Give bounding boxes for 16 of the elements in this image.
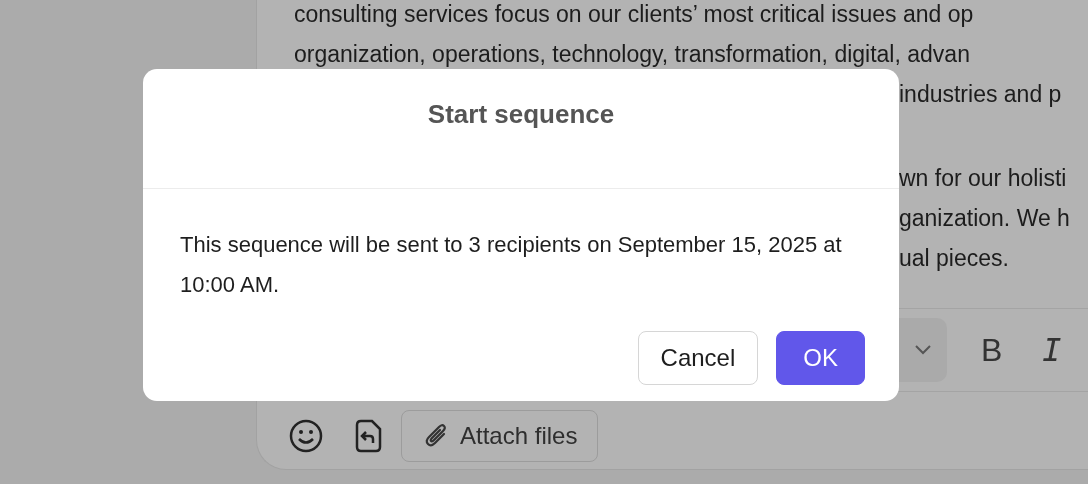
bold-button[interactable]: B	[975, 331, 1009, 369]
body-text-line: ganization. We h	[899, 204, 1071, 233]
reply-document-icon[interactable]	[353, 419, 383, 453]
body-text-line: industries and p	[899, 80, 1063, 109]
attach-files-button[interactable]: Attach files	[401, 410, 599, 462]
body-text-line: consulting services focus on our clients’ most critical issues and op	[293, 0, 975, 29]
italic-button[interactable]: I	[1036, 331, 1068, 369]
cancel-button[interactable]: Cancel	[637, 331, 759, 385]
chevron-icon	[913, 344, 933, 356]
ok-button[interactable]: OK	[776, 331, 865, 385]
body-text-line: ual pieces.	[899, 244, 1010, 273]
dialog-title: Start sequence	[426, 98, 616, 131]
body-text-line: wn for our holisti	[899, 164, 1068, 193]
emoji-icon[interactable]	[289, 419, 323, 453]
dialog-message: This sequence will be sent to 3 recipients on September 15, 2025 at 10:00 AM.	[179, 231, 843, 299]
body-text-line: organization, operations, technology, transformation, digital, advan	[293, 40, 971, 69]
